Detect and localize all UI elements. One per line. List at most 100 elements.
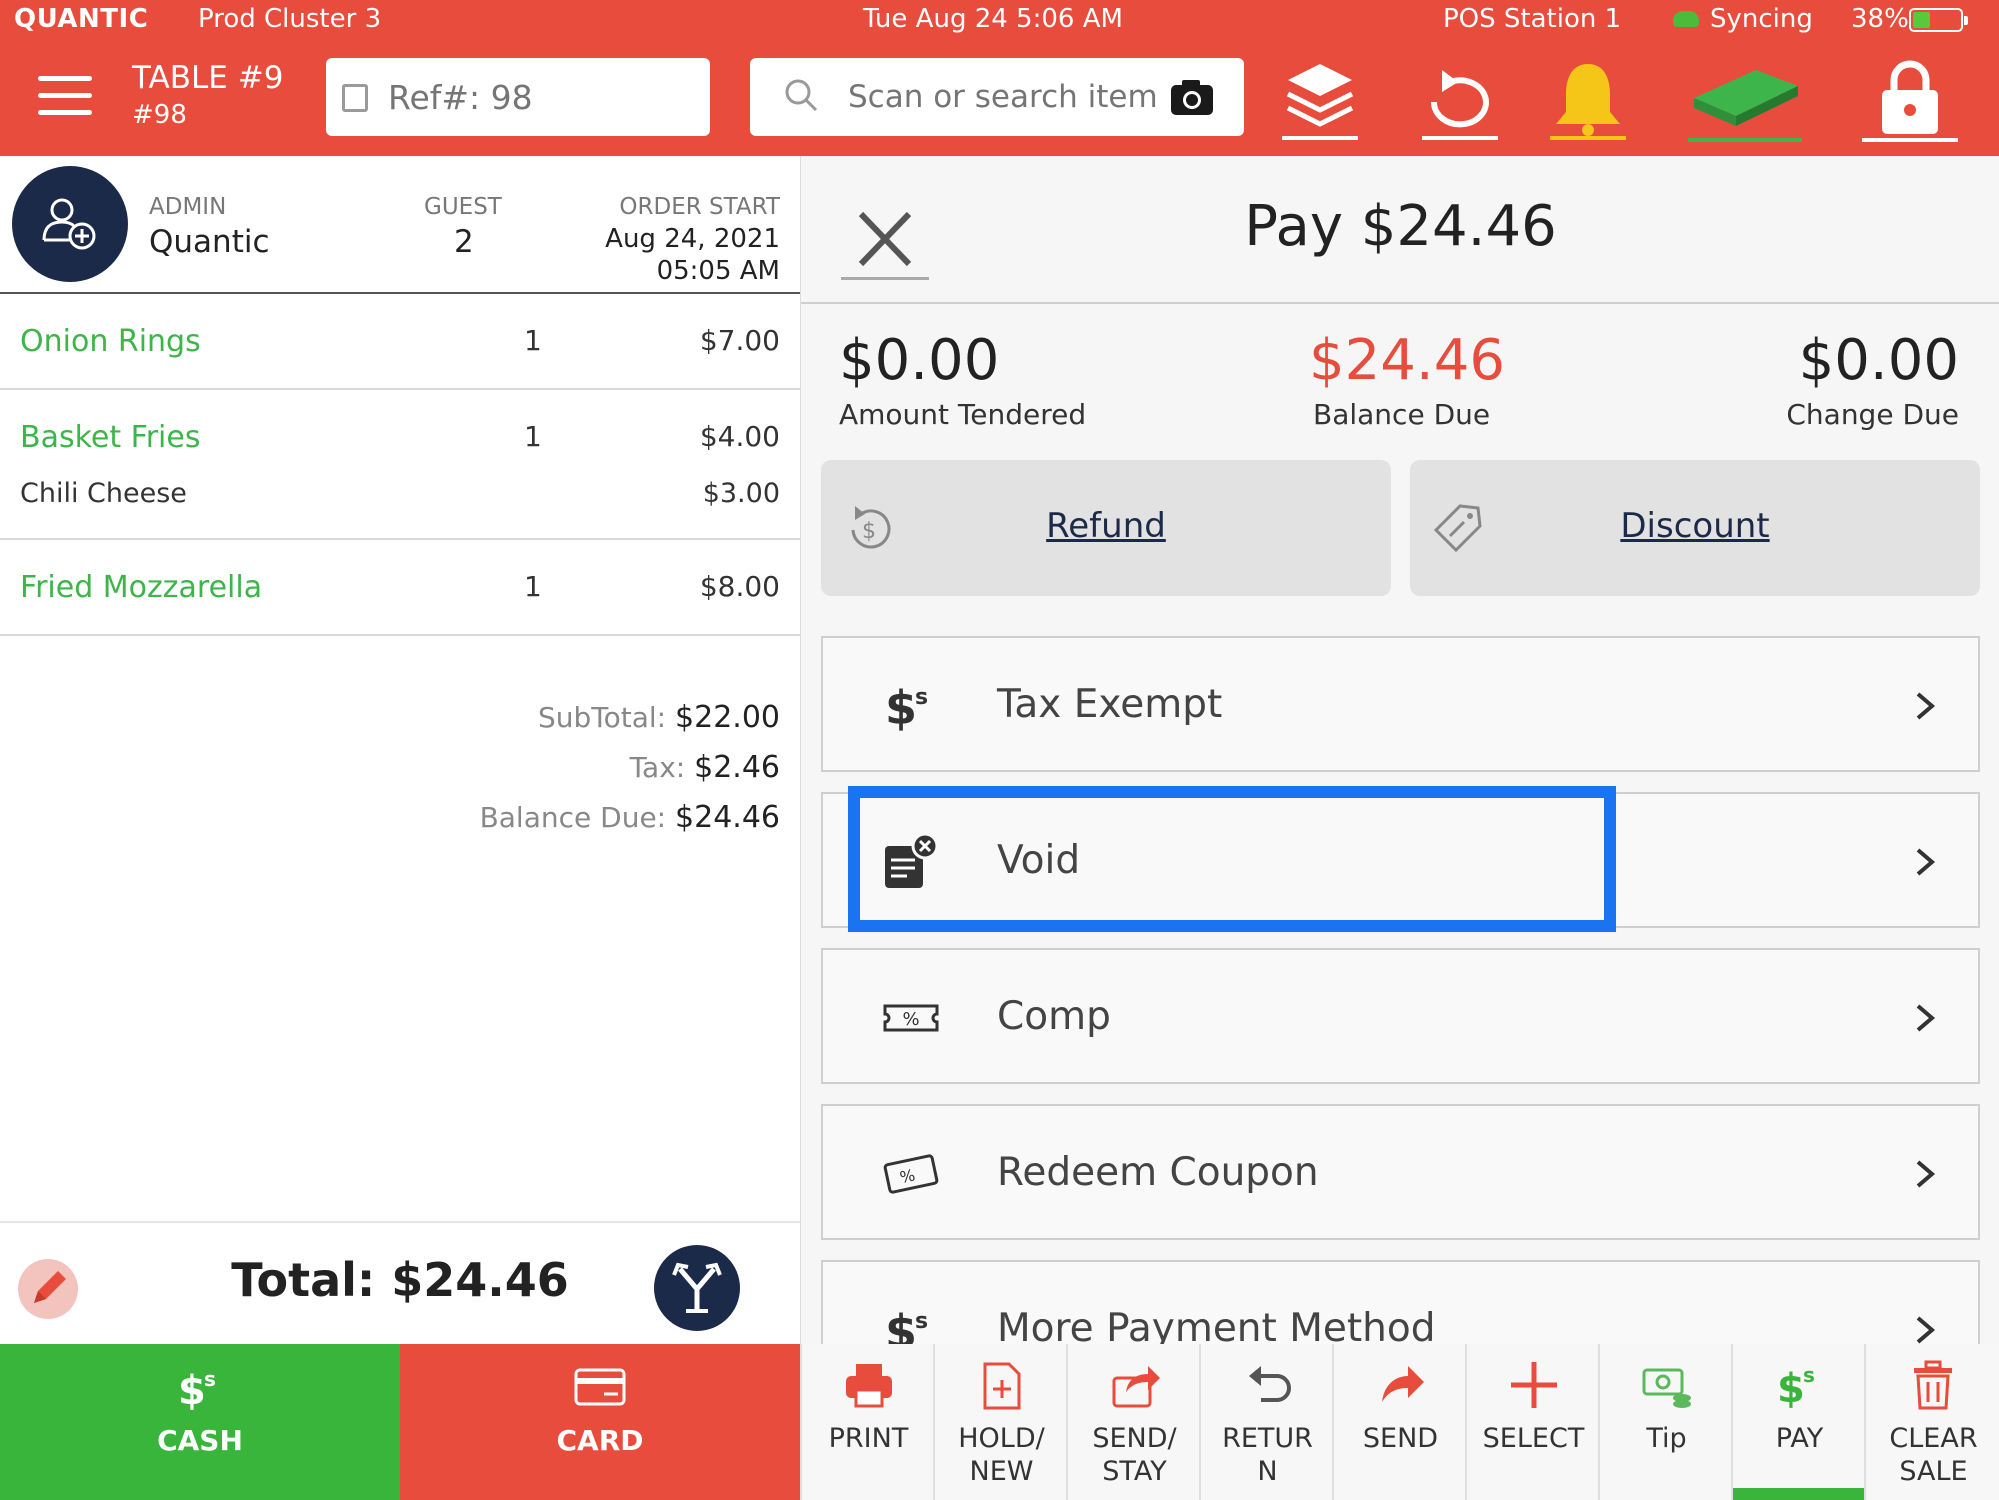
ref-input[interactable]: [326, 58, 710, 136]
option-label: Comp: [997, 994, 1111, 1039]
clear-sale-button[interactable]: CLEAR SALE: [1864, 1344, 1999, 1500]
tip-label: Tip: [1646, 1423, 1687, 1454]
search-box[interactable]: [750, 58, 1244, 136]
svg-text:s: s: [915, 1309, 928, 1334]
item-qty: 1: [524, 324, 542, 357]
sendstay-label-1: SEND/: [1092, 1423, 1177, 1454]
svg-text:s: s: [204, 1367, 216, 1391]
order-item[interactable]: Basket Fries 1 $4.00 Chili Cheese $3.00: [0, 390, 800, 540]
svg-text:$: $: [885, 1305, 917, 1344]
option-label: More Payment Method: [997, 1306, 1436, 1344]
customer-name[interactable]: Quantic: [149, 224, 270, 260]
change-due-label: Change Due: [1786, 398, 1959, 431]
balance-line: Balance Due: $24.46: [480, 800, 780, 835]
split-check-button[interactable]: [654, 1245, 740, 1331]
more-payment-option[interactable]: $ s More Payment Method: [821, 1260, 1980, 1344]
add-customer-button[interactable]: [12, 166, 128, 282]
tax-label: Tax:: [629, 751, 686, 784]
pay-button[interactable]: $ s PAY: [1731, 1344, 1866, 1500]
item-price: $4.00: [699, 420, 780, 453]
sync-icon[interactable]: [1420, 58, 1500, 142]
return-button[interactable]: RETUR N: [1199, 1344, 1332, 1500]
bell-icon[interactable]: [1548, 58, 1628, 142]
pencil-icon: [34, 1271, 66, 1303]
discount-button[interactable]: Discount: [1410, 460, 1980, 596]
chevron-right-icon: [1916, 1004, 1936, 1032]
dollar-payment-icon: $s: [885, 1305, 928, 1344]
card-button[interactable]: CARD: [400, 1344, 800, 1500]
clear-label-1: CLEAR: [1889, 1423, 1978, 1454]
hold-label-2: NEW: [969, 1456, 1034, 1487]
menu-icon[interactable]: [38, 76, 92, 118]
hold-new-button[interactable]: HOLD/ NEW: [933, 1344, 1066, 1500]
svg-text:s: s: [915, 685, 928, 710]
layers-icon[interactable]: [1280, 58, 1360, 142]
item-price: $8.00: [699, 570, 780, 603]
svg-text:$: $: [885, 681, 917, 735]
balance-due-value: $24.46: [1309, 328, 1505, 393]
print-button[interactable]: PRINT: [800, 1344, 933, 1500]
hold-label-1: HOLD/: [958, 1423, 1045, 1454]
status-bar: QUANTIC Prod Cluster 3 Tue Aug 24 5:06 A…: [0, 0, 1999, 40]
select-button[interactable]: SELECT: [1465, 1344, 1598, 1500]
bottom-toolbar: $ s CASH CARD PRINT HOLD/ NEW SEND/ STAY …: [0, 1344, 1999, 1500]
camera-icon[interactable]: [1170, 78, 1214, 116]
battery-percent: 38%: [1851, 4, 1909, 34]
cloud-icon: [1673, 11, 1699, 27]
item-qty: 1: [524, 420, 542, 453]
amount-tendered-label: Amount Tendered: [839, 398, 1087, 431]
cash-drawer-icon[interactable]: [1686, 58, 1804, 142]
trash-icon: [1914, 1360, 1952, 1410]
divider: [801, 302, 1999, 304]
item-price: $7.00: [699, 324, 780, 357]
return-label-1: RETUR: [1222, 1423, 1313, 1454]
cash-label: CASH: [157, 1424, 243, 1457]
coupon-icon: %: [883, 1154, 939, 1194]
table-subtitle: #98: [132, 100, 187, 130]
svg-text:s: s: [1803, 1363, 1815, 1387]
add-user-icon: [42, 198, 96, 250]
printer-icon: [846, 1364, 892, 1408]
cash-dollar-icon: $s: [178, 1367, 216, 1412]
print-label: PRINT: [828, 1423, 909, 1454]
subtotal-label: SubTotal:: [537, 701, 667, 734]
search-icon: [785, 79, 818, 112]
sync-status: Syncing: [1710, 4, 1813, 34]
close-button[interactable]: [841, 204, 929, 280]
order-item[interactable]: Fried Mozzarella 1 $8.00: [0, 540, 800, 636]
item-name: Fried Mozzarella: [20, 570, 263, 605]
cash-button[interactable]: $ s CASH: [0, 1344, 400, 1500]
redeem-coupon-option[interactable]: % Redeem Coupon: [821, 1104, 1980, 1240]
edit-button[interactable]: [18, 1259, 78, 1319]
brand-logo: QUANTIC: [14, 4, 149, 34]
top-bar: QUANTIC Prod Cluster 3 Tue Aug 24 5:06 A…: [0, 0, 1999, 156]
order-start-time: 05:05 AM: [656, 256, 780, 286]
comp-option[interactable]: % Comp: [821, 948, 1980, 1084]
status-datetime: Tue Aug 24 5:06 AM: [863, 4, 1123, 34]
guest-count[interactable]: 2: [454, 224, 474, 260]
discount-label: Discount: [1620, 506, 1770, 546]
tax-exempt-option[interactable]: $ s Tax Exempt: [821, 636, 1980, 772]
send-button[interactable]: SEND: [1332, 1344, 1465, 1500]
pay-title: Pay $24.46: [1244, 194, 1557, 259]
svg-text:%: %: [902, 1009, 919, 1030]
card-label: CARD: [556, 1424, 644, 1457]
refund-label: Refund: [1046, 506, 1166, 546]
tip-button[interactable]: Tip: [1598, 1344, 1731, 1500]
order-item[interactable]: Onion Rings 1 $7.00: [0, 294, 800, 390]
payment-panel: Pay $24.46 $0.00 Amount Tendered $24.46 …: [800, 156, 1999, 1344]
void-option[interactable]: Void: [821, 792, 1980, 928]
send-label: SEND: [1362, 1423, 1439, 1454]
balance-due-label: Balance Due: [1313, 398, 1491, 431]
search-input[interactable]: [848, 58, 1158, 136]
sendstay-label-2: STAY: [1102, 1456, 1167, 1487]
send-stay-button[interactable]: SEND/ STAY: [1066, 1344, 1199, 1500]
comp-ticket-icon: %: [883, 1004, 939, 1032]
refund-button[interactable]: $ Refund: [821, 460, 1391, 596]
pay-label: PAY: [1775, 1423, 1824, 1454]
lock-icon[interactable]: [1862, 58, 1958, 142]
battery-fill: [1913, 12, 1930, 28]
split-icon: [672, 1262, 722, 1313]
send-arrow-icon: [1382, 1366, 1424, 1402]
battery-icon: [1909, 8, 1968, 32]
